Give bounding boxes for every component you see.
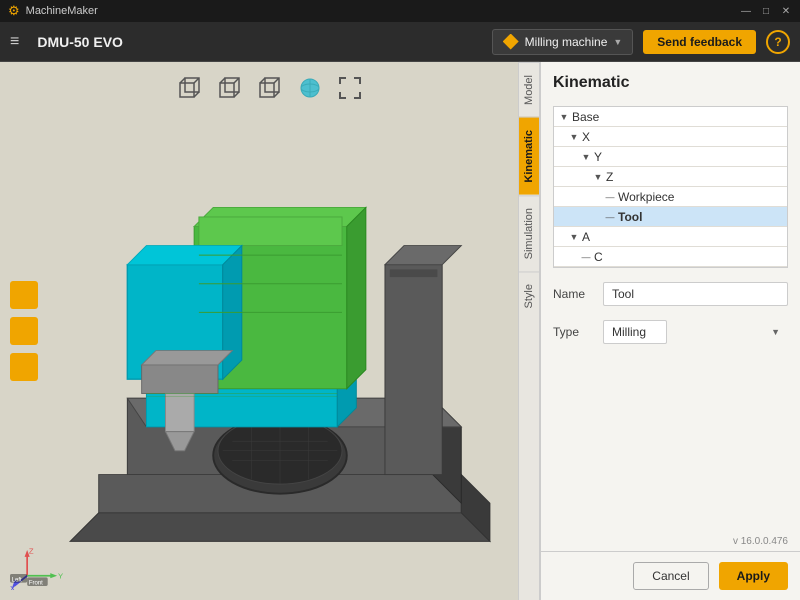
menu-icon[interactable]: ≡ xyxy=(10,33,19,51)
sphere-view-icon[interactable] xyxy=(296,74,324,102)
toggle-y[interactable]: ▼ xyxy=(580,151,592,163)
send-feedback-button[interactable]: Send feedback xyxy=(643,30,756,54)
toggle-a[interactable]: ▼ xyxy=(568,231,580,243)
dropdown-arrow-icon: ▼ xyxy=(613,37,622,47)
apply-button[interactable]: Apply xyxy=(719,562,788,590)
tree-row-z[interactable]: ▼ Z xyxy=(554,167,787,187)
tab-model[interactable]: Model xyxy=(519,62,539,117)
name-input[interactable] xyxy=(603,282,788,306)
type-label: Type xyxy=(553,325,603,339)
tree-label-y: Y xyxy=(594,150,602,164)
fullscreen-icon[interactable] xyxy=(336,74,364,102)
app-name: MachineMaker xyxy=(26,5,98,17)
app-icon: ⚙ xyxy=(8,3,20,19)
machine-name: DMU-50 EVO xyxy=(37,34,481,50)
help-button[interactable]: ? xyxy=(766,30,790,54)
toggle-base[interactable]: ▼ xyxy=(558,111,570,123)
svg-text:X: X xyxy=(10,584,15,590)
cancel-button[interactable]: Cancel xyxy=(633,562,708,590)
cube-front-icon[interactable] xyxy=(176,74,204,102)
toggle-x[interactable]: ▼ xyxy=(568,131,580,143)
svg-text:Z: Z xyxy=(29,546,34,555)
machine-3d-view xyxy=(20,112,540,570)
cube-top-icon[interactable] xyxy=(256,74,284,102)
tree-label-c: C xyxy=(594,250,603,264)
close-button[interactable]: ✕ xyxy=(780,5,792,17)
svg-text:Left: Left xyxy=(12,578,22,584)
titlebar-left: ⚙ MachineMaker xyxy=(8,3,98,19)
viewport[interactable]: Z Y X Left Front xyxy=(0,62,540,600)
type-select[interactable]: Milling Turning Grinding xyxy=(603,320,667,344)
panel-content: Kinematic ▼ Base ▼ X ▼ Y xyxy=(541,62,800,536)
panel-title: Kinematic xyxy=(553,74,788,92)
cube-side-icon[interactable] xyxy=(216,74,244,102)
name-label: Name xyxy=(553,287,603,301)
content-area: Z Y X Left Front Model Kinematic Simulat… xyxy=(0,62,800,600)
tab-simulation[interactable]: Simulation xyxy=(519,195,539,271)
type-select-wrapper: Milling Turning Grinding xyxy=(603,320,788,344)
tree-row-tool[interactable]: — Tool xyxy=(554,207,787,227)
tree-label-workpiece: Workpiece xyxy=(618,190,674,204)
tree-label-base: Base xyxy=(572,110,599,124)
machine-type-button[interactable]: Milling machine ▼ xyxy=(492,29,634,55)
toggle-z[interactable]: ▼ xyxy=(592,171,604,183)
tab-kinematic[interactable]: Kinematic xyxy=(519,117,539,195)
name-field-row: Name xyxy=(553,282,788,306)
toolbar: ≡ DMU-50 EVO Milling machine ▼ Send feed… xyxy=(0,22,800,62)
right-panel: Kinematic ▼ Base ▼ X ▼ Y xyxy=(540,62,800,600)
tree-label-z: Z xyxy=(606,170,613,184)
toggle-workpiece: — xyxy=(604,191,616,203)
view-icons-toolbar xyxy=(176,74,364,102)
tree-label-tool: Tool xyxy=(618,210,642,224)
tree-row-y[interactable]: ▼ Y xyxy=(554,147,787,167)
panel-footer: Cancel Apply xyxy=(541,551,800,600)
axes-indicator: Z Y X Left Front xyxy=(10,540,70,590)
tree-label-a: A xyxy=(582,230,590,244)
vertical-tabs: Model Kinematic Simulation Style xyxy=(518,62,540,600)
tree-row-x[interactable]: ▼ X xyxy=(554,127,787,147)
milling-icon xyxy=(503,34,519,50)
tab-style[interactable]: Style xyxy=(519,271,539,320)
version-text: v 16.0.0.476 xyxy=(541,536,800,551)
svg-text:Y: Y xyxy=(58,571,63,580)
tree-row-a[interactable]: ▼ A xyxy=(554,227,787,247)
tree-row-c[interactable]: — C xyxy=(554,247,787,267)
kinematic-tree: ▼ Base ▼ X ▼ Y ▼ xyxy=(553,106,788,268)
titlebar-controls[interactable]: — □ ✕ xyxy=(740,5,792,17)
type-field-row: Type Milling Turning Grinding xyxy=(553,320,788,344)
tree-row-workpiece[interactable]: — Workpiece xyxy=(554,187,787,207)
tree-row-base[interactable]: ▼ Base xyxy=(554,107,787,127)
maximize-button[interactable]: □ xyxy=(760,5,772,17)
toggle-tool: — xyxy=(604,211,616,223)
tree-label-x: X xyxy=(582,130,590,144)
titlebar: ⚙ MachineMaker — □ ✕ xyxy=(0,0,800,22)
toggle-c: — xyxy=(580,251,592,263)
minimize-button[interactable]: — xyxy=(740,5,752,17)
svg-text:Front: Front xyxy=(29,580,43,586)
machine-type-label: Milling machine xyxy=(525,35,608,49)
